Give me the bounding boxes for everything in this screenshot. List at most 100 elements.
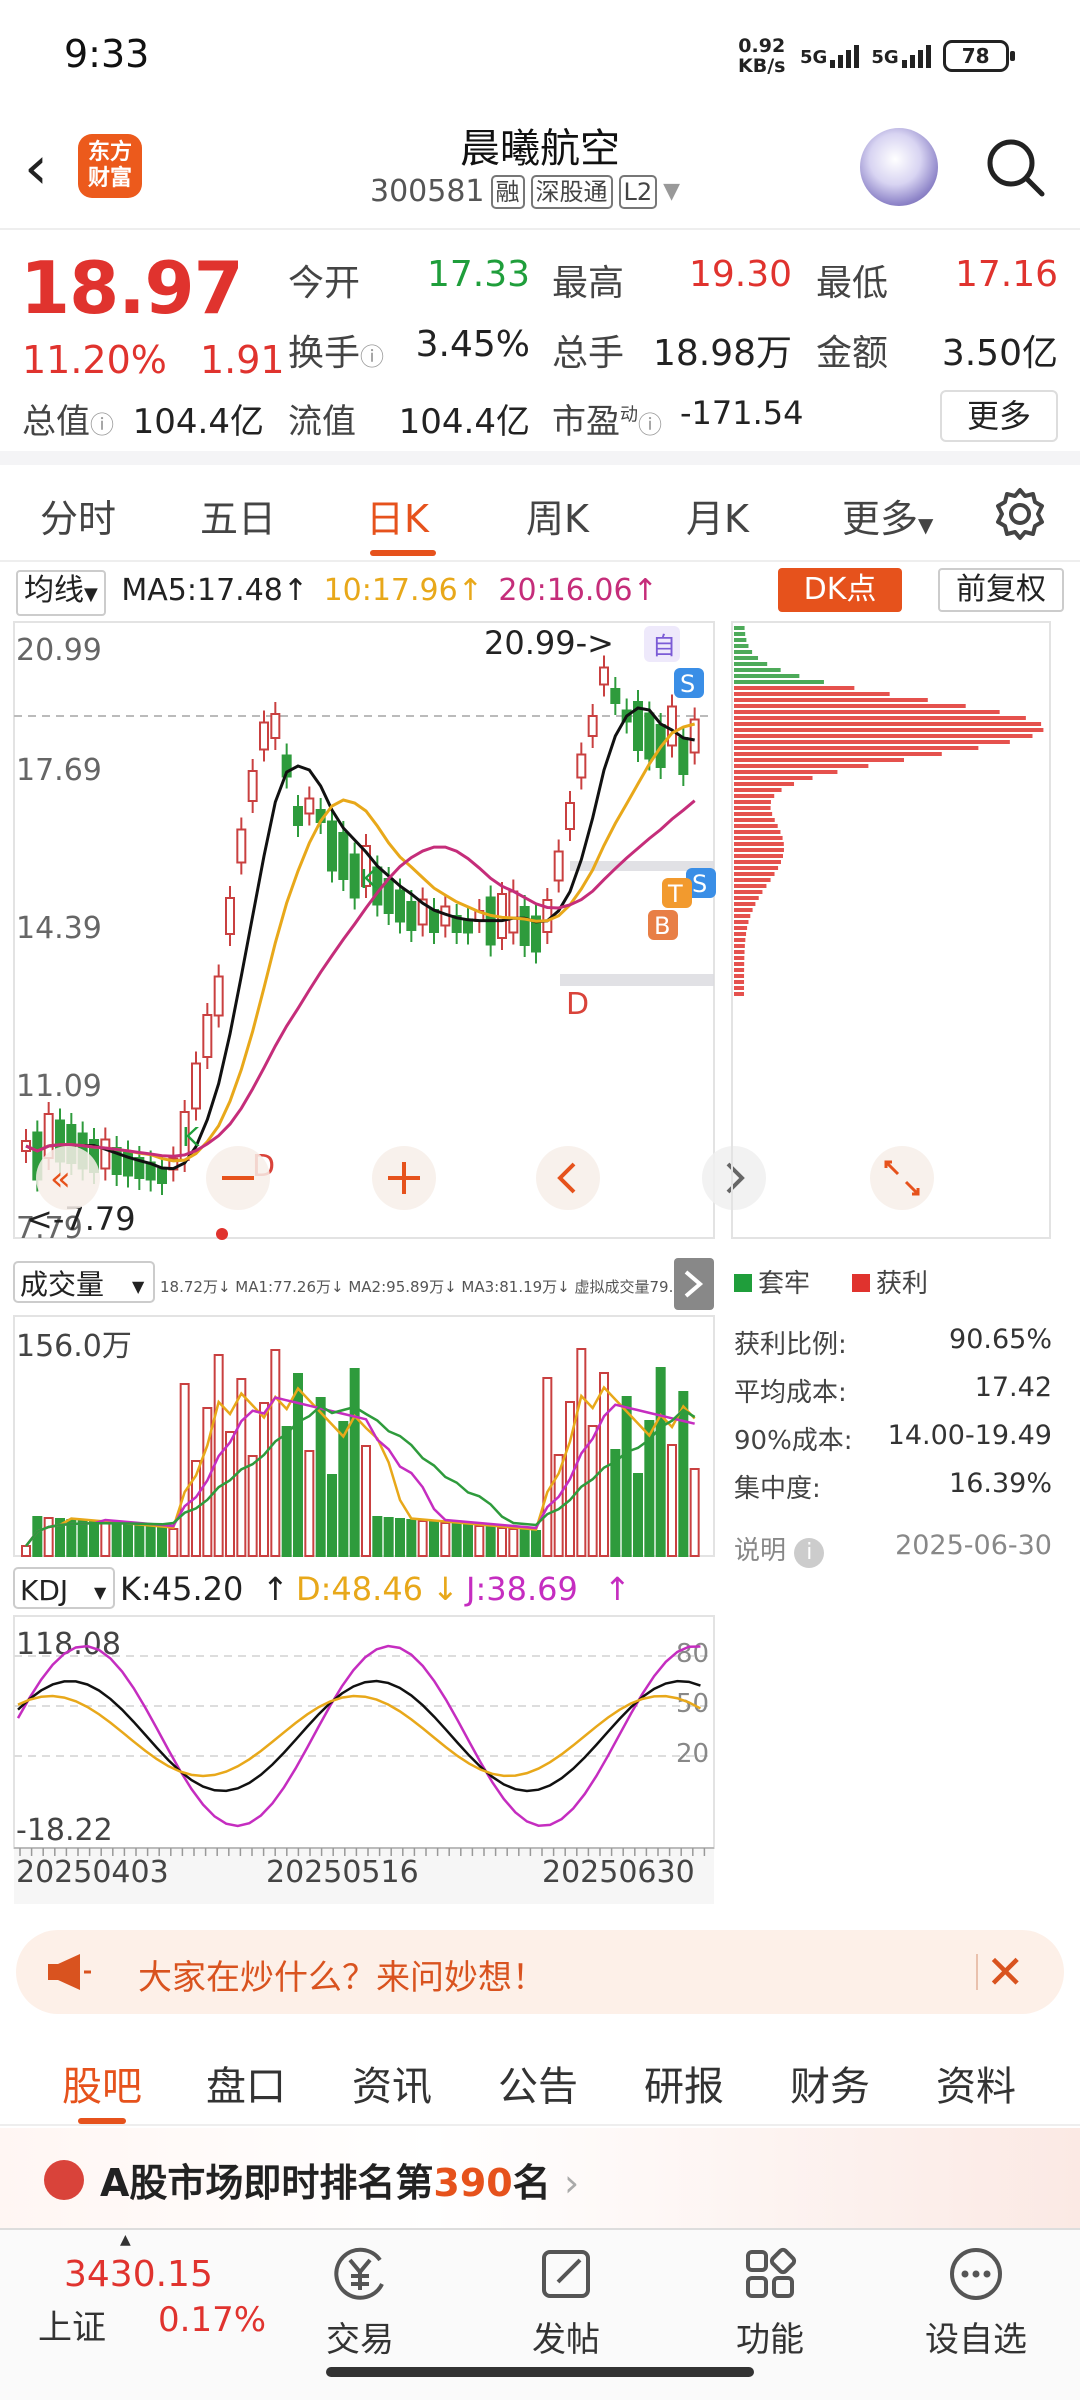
date-label: 20250630 [542, 1855, 695, 1890]
volume-bar [247, 1455, 258, 1557]
kdj-k: K:45.20 [120, 1570, 243, 1608]
volume-bar [395, 1518, 405, 1557]
gear-icon[interactable] [992, 486, 1048, 542]
candle [270, 713, 281, 739]
float-value: 104.4亿 [398, 402, 530, 442]
chip-bar [734, 800, 771, 804]
nav-add-watchlist[interactable]: 设自选 [906, 2244, 1046, 2361]
chip-bar [734, 986, 745, 990]
signal-icon: 5G [800, 44, 860, 68]
candle [100, 1138, 111, 1170]
chip-bar [734, 638, 747, 642]
logo-line-1: 东方 [87, 140, 132, 165]
tab-daily-k[interactable]: 日K [366, 488, 429, 543]
high-marker: 20.99-> [484, 624, 614, 662]
more-button[interactable]: 更多 [940, 390, 1058, 442]
nav-trade[interactable]: 交易 [290, 2244, 430, 2361]
volume-bar [440, 1522, 451, 1557]
tab-announcements[interactable]: 公告 [498, 2054, 578, 2112]
adjust-mode-button[interactable]: 前复权 [938, 568, 1064, 612]
candle [213, 975, 224, 1017]
banner-divider [976, 1954, 978, 1990]
tab-profile[interactable]: 资料 [936, 2054, 1016, 2112]
volume-bar [689, 1468, 700, 1557]
candle [191, 1062, 201, 1110]
period-tabs: 分时 五日 日K 周K 月K 更多▼ [0, 470, 1080, 562]
volume-bar [111, 1523, 122, 1557]
index-value[interactable]: 3430.15 [64, 2254, 213, 2295]
volume-bar [508, 1528, 519, 1557]
tab-orderbook[interactable]: 盘口 [206, 2054, 286, 2112]
chip-bar [734, 686, 855, 690]
mcap-label[interactable]: 总值ⓘ [22, 394, 114, 443]
market-rank-row[interactable]: A股市场即时排名第390名 › [0, 2128, 1080, 2228]
caret-up-icon: ▲ [120, 2232, 131, 2248]
kdj-selector: KDJ [20, 1574, 68, 1607]
candle [247, 770, 258, 802]
back-icon[interactable]: ‹ [24, 138, 64, 200]
chip-bar [734, 728, 1044, 732]
volume-bar [327, 1474, 337, 1557]
tab-intraday[interactable]: 分时 [40, 488, 116, 543]
ma-line [25, 706, 695, 1171]
turnover-label[interactable]: 换手ⓘ [288, 324, 384, 376]
kdj-y-top: 118.08 [16, 1627, 121, 1662]
rank-icon [44, 2160, 84, 2200]
nav-functions[interactable]: 功能 [700, 2244, 840, 2361]
stock-code-row[interactable]: 300581 融 深股通 L2 ▼ [370, 174, 680, 209]
rank-text: A股市场即时排名第390名 › [100, 2161, 580, 2205]
signal-icon: 5G [871, 44, 931, 68]
volume-bar [463, 1524, 473, 1557]
candle [349, 853, 360, 899]
indicator-selector[interactable]: 均线▼ [16, 570, 106, 616]
yen-icon [334, 2247, 384, 2300]
y-label-3: 14.39 [16, 911, 102, 946]
kline-chart[interactable]: 20.99 17.69 14.39 11.09 7.79 20.99-> <-7… [0, 616, 1080, 1916]
quote-panel: 18.97 11.20% 1.91 今开 17.33 最高 19.30 最低 1… [0, 230, 1080, 465]
tab-more[interactable]: 更多▼ [842, 488, 933, 543]
mcap-value: 104.4亿 [132, 402, 264, 442]
volume-bar [621, 1396, 632, 1557]
volume-value: 18.98万 [652, 333, 792, 374]
y-label-top: 20.99 [16, 633, 102, 668]
chart-area[interactable]: 20.99 17.69 14.39 11.09 7.79 20.99-> <-7… [0, 616, 1080, 1916]
chip-bar [734, 716, 1026, 720]
tab-finance[interactable]: 财务 [790, 2054, 870, 2112]
note-link[interactable]: 说明 i [734, 1530, 825, 1568]
tab-news[interactable]: 资讯 [352, 2054, 432, 2112]
tab-five-day[interactable]: 五日 [200, 488, 276, 543]
close-icon[interactable]: ✕ [986, 1944, 1025, 2000]
candle [678, 737, 689, 775]
chip-bar [734, 878, 771, 882]
search-icon[interactable] [984, 136, 1048, 200]
concentration-label: 集中度: [734, 1474, 821, 1504]
volume-bar [89, 1521, 99, 1557]
candle [429, 909, 439, 933]
ma10-value: 10:17.96↑ [323, 573, 483, 608]
chip-bar [734, 752, 942, 756]
change-amount: 1.91 [200, 338, 285, 382]
ask-banner[interactable]: 大家在炒什么？来问妙想！ ✕ [16, 1930, 1064, 2014]
pe-value: -171.54 [680, 394, 804, 432]
chip-bar [734, 746, 979, 750]
nav-label: 交易 [326, 2320, 394, 2360]
dk-points-button[interactable]: DK点 [778, 568, 902, 612]
mark-self: 自 [652, 632, 676, 660]
chip-bar [734, 836, 783, 840]
chip-bar [734, 896, 759, 900]
index-name: 上证 [38, 2308, 106, 2348]
mark-buy: B [654, 912, 670, 940]
tab-monthly-k[interactable]: 月K [686, 488, 749, 543]
tab-weekly-k[interactable]: 周K [526, 488, 589, 543]
chip-bar [734, 680, 824, 684]
nav-post[interactable]: 发帖 [496, 2244, 636, 2361]
tab-research[interactable]: 研报 [644, 2054, 724, 2112]
chip-bar [734, 806, 771, 810]
chip-bar [734, 830, 781, 834]
chip-bar [734, 662, 768, 666]
robot-assistant-icon[interactable] [860, 128, 938, 206]
tab-forum[interactable]: 股吧 [62, 2054, 142, 2112]
pe-label[interactable]: 市盈动ⓘ [552, 394, 662, 443]
chip-bar [734, 950, 745, 954]
logo-line-2: 财富 [87, 166, 132, 191]
